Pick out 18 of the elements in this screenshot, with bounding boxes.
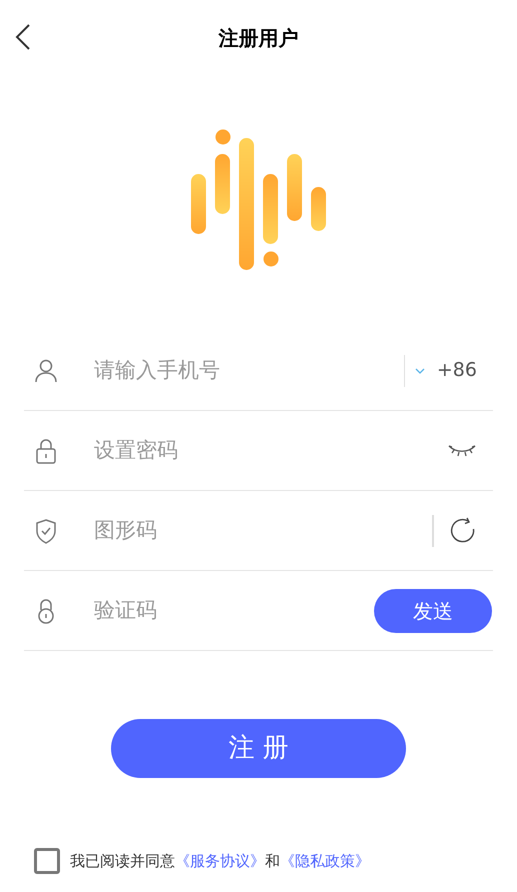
register-button[interactable]: 注 册 — [111, 719, 406, 778]
input-field[interactable]: 图形码 — [94, 514, 432, 546]
closed-eye-icon[interactable] — [448, 444, 476, 458]
back-icon[interactable] — [14, 24, 32, 50]
terms-link[interactable]: 《服务协议》 — [175, 852, 265, 870]
agreement-text: 我已阅读并同意《服务协议》和《隐私政策》 — [70, 850, 370, 872]
page-title: 注册用户 — [218, 24, 298, 52]
country-code[interactable]: +86 — [436, 356, 492, 385]
input-field[interactable]: 请输入手机号 — [94, 354, 404, 386]
lock-icon — [34, 436, 58, 464]
privacy-link[interactable]: 《隐私政策》 — [280, 852, 370, 870]
refresh-icon[interactable] — [449, 517, 476, 544]
logo-icon — [190, 129, 327, 271]
agreement-checkbox[interactable] — [34, 848, 60, 874]
input-field[interactable]: 验证码 — [94, 594, 374, 626]
send-button[interactable]: 发送 — [374, 588, 492, 632]
shield-check-icon — [34, 516, 58, 544]
input-field[interactable]: 设置密码 — [94, 434, 448, 466]
